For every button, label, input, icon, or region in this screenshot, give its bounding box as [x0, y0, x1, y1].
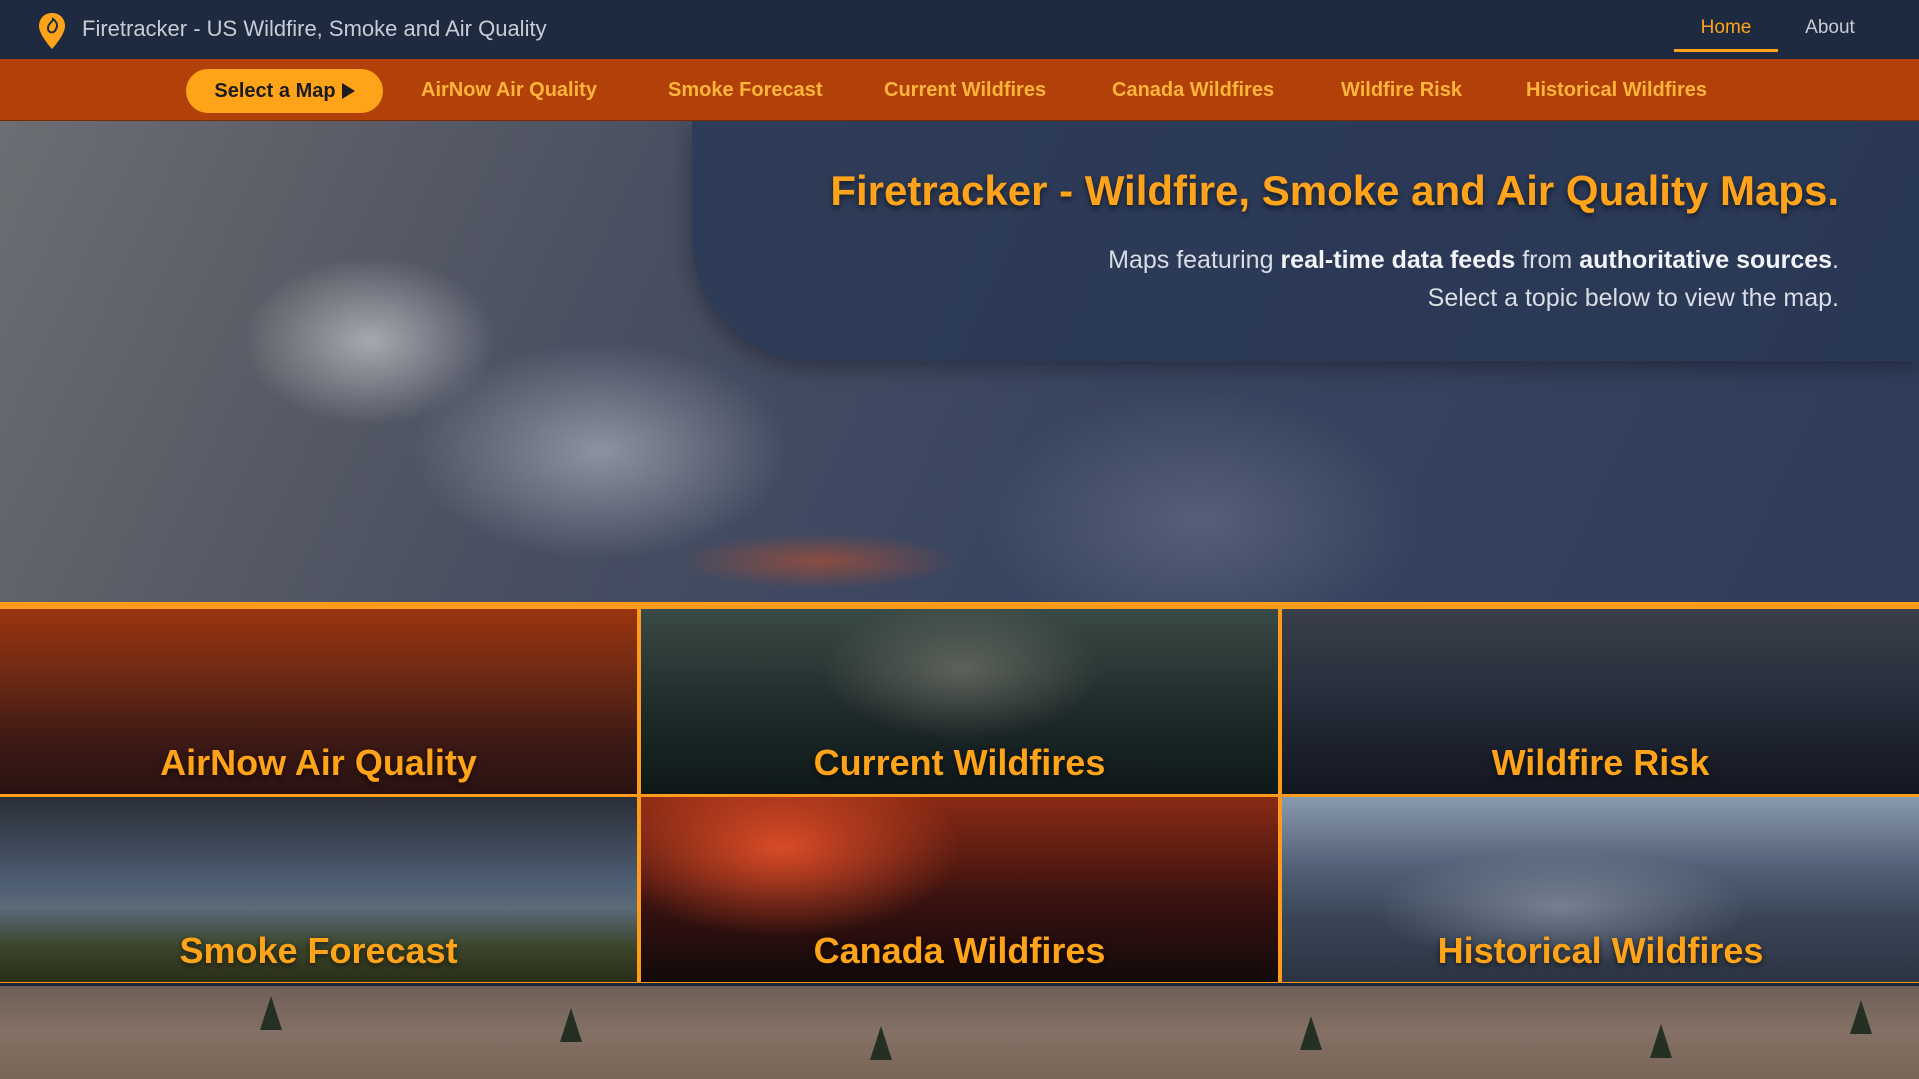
tile-wildfire-risk[interactable]: Wildfire Risk — [1282, 609, 1919, 794]
map-nav-current-wildfires[interactable]: Current Wildfires — [884, 77, 1046, 103]
map-nav-airnow[interactable]: AirNow Air Quality — [421, 77, 597, 103]
hero-subtitle-bold: real-time data feeds — [1280, 246, 1516, 274]
app-title[interactable]: Firetracker - US Wildfire, Smoke and Air… — [82, 15, 547, 43]
tree-decoration — [1850, 1000, 1872, 1034]
tile-historical-wildfires[interactable]: Historical Wildfires — [1282, 797, 1919, 982]
nav-about[interactable]: About — [1790, 0, 1870, 52]
map-tiles-grid: AirNow Air Quality Current Wildfires Wil… — [0, 602, 1919, 983]
tile-current-wildfires[interactable]: Current Wildfires — [641, 609, 1278, 794]
play-arrow-icon — [341, 83, 355, 99]
nav-home[interactable]: Home — [1674, 0, 1778, 52]
map-nav-historical-wildfires[interactable]: Historical Wildfires — [1526, 77, 1707, 103]
map-nav-bar: Select a Map AirNow Air Quality Smoke Fo… — [0, 59, 1919, 121]
hero-subtitle-bold: authoritative sources — [1579, 246, 1833, 274]
hero-text-panel: Firetracker - Wildfire, Smoke and Air Qu… — [692, 121, 1919, 361]
tile-label: Current Wildfires — [813, 742, 1106, 783]
tile-label: Wildfire Risk — [1491, 742, 1710, 783]
tree-decoration — [1300, 1016, 1322, 1050]
map-nav-wildfire-risk[interactable]: Wildfire Risk — [1341, 77, 1462, 103]
hero-subtitle: Maps featuring real-time data feeds from… — [1108, 241, 1839, 317]
tile-canada-wildfires[interactable]: Canada Wildfires — [641, 797, 1278, 982]
map-nav-canada-wildfires[interactable]: Canada Wildfires — [1112, 77, 1274, 103]
hero-banner: Firetracker - Wildfire, Smoke and Air Qu… — [0, 121, 1919, 602]
tree-decoration — [260, 996, 282, 1030]
hero-subtitle-text: from — [1515, 246, 1580, 274]
tree-decoration — [870, 1026, 892, 1060]
tile-label: Smoke Forecast — [179, 930, 458, 971]
select-map-button[interactable]: Select a Map — [186, 69, 383, 113]
tile-label: Historical Wildfires — [1437, 930, 1764, 971]
tile-label: AirNow Air Quality — [160, 742, 477, 783]
tree-decoration — [1650, 1024, 1672, 1058]
map-nav-smoke-forecast[interactable]: Smoke Forecast — [668, 77, 823, 103]
top-header: Firetracker - US Wildfire, Smoke and Air… — [0, 0, 1919, 59]
tile-smoke-forecast[interactable]: Smoke Forecast — [0, 797, 637, 982]
footer-landscape-image — [0, 986, 1919, 1079]
select-map-label: Select a Map — [214, 80, 336, 102]
flame-pin-icon[interactable] — [36, 11, 68, 51]
hero-subtitle-line2: Select a topic below to view the map. — [1427, 284, 1839, 312]
hero-subtitle-text: Maps featuring — [1108, 246, 1281, 274]
hero-subtitle-text: . — [1832, 246, 1839, 274]
hero-title: Firetracker - Wildfire, Smoke and Air Qu… — [830, 167, 1839, 214]
tree-decoration — [560, 1008, 582, 1042]
tile-label: Canada Wildfires — [813, 930, 1106, 971]
tile-airnow-air-quality[interactable]: AirNow Air Quality — [0, 609, 637, 794]
